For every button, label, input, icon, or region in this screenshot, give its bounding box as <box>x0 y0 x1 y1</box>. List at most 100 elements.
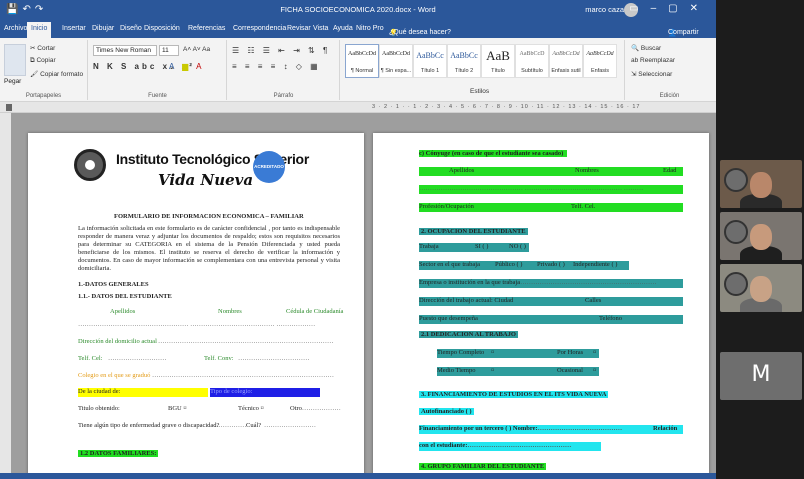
style-normal[interactable]: AaBbCcDd ¶ Normal <box>345 44 379 78</box>
format-painter-button[interactable]: 🖌 Copiar formato <box>30 70 83 78</box>
full-time-row[interactable]: Tiempo Completo ¤ Por Horas ¤ <box>437 349 599 358</box>
school-label: Colegio en el que se graduó <box>78 372 151 379</box>
search-icon: 🔍 <box>631 45 640 52</box>
accreditation-seal: ACREDITADO <box>253 151 285 183</box>
clipboard-label: Portapapeles <box>25 93 62 99</box>
position-row[interactable]: Puesto que desempeña Teléfono <box>419 315 683 324</box>
intro-paragraph: La información solicitada en este formul… <box>78 225 340 272</box>
style-no-spacing[interactable]: AaBbCcDd ¶ Sin espa... <box>379 44 413 78</box>
section-financing: 3. FINANCIAMIENTO DE ESTUDIOS EN EL ITS … <box>419 391 609 398</box>
tab-ayuda[interactable]: Ayuda <box>333 25 353 32</box>
phone-line[interactable]: ……………………… <box>108 355 167 362</box>
tab-inicio[interactable]: Inicio <box>27 22 52 38</box>
font-color-icons[interactable]: A ▆ A <box>169 62 204 71</box>
tab-diseno[interactable]: Diseño <box>120 25 142 32</box>
section-occupation: 2. OCUPACION DEL ESTUDIANTE <box>419 228 528 235</box>
self-financed-row[interactable]: Autofinanciado ( ) <box>419 408 474 415</box>
participant-initial: M <box>751 362 771 387</box>
style-subtle-emphasis[interactable]: AaBbCcDd Énfasis sutil <box>549 44 583 78</box>
document-area[interactable]: Instituto Tecnológico Superior Vida Nuev… <box>0 113 716 473</box>
styles-gallery: AaBbCcDd ¶ Normal AaBbCcDd ¶ Sin espa...… <box>345 44 617 80</box>
style-subtitle[interactable]: AaBbCcD Subtítulo <box>515 44 549 78</box>
tab-nitro-pro[interactable]: Nitro Pro <box>356 25 384 32</box>
spouse-heading: c) Cónyuge (en caso de que el estudiante… <box>419 150 567 157</box>
spouse-data-row[interactable]: ………………………………………… ……………………………………… ……… <box>419 185 683 194</box>
conv-phone-label: Telf. Conv: <box>204 355 234 362</box>
paste-icon[interactable] <box>4 44 26 76</box>
video-tile-3[interactable] <box>720 264 802 312</box>
ribbon-tabs: Archivo Inicio Insertar Dibujar Diseño D… <box>0 21 716 38</box>
participant-face <box>750 224 772 250</box>
company-row[interactable]: Empresa o institución en la que trabaja…… <box>419 279 683 288</box>
institute-subtitle: Vida Nueva <box>158 171 254 189</box>
tab-correspondencia[interactable]: Correspondencia <box>233 25 286 32</box>
disease-question: Tiene algún tipo de enfermedad grave o d… <box>78 422 220 429</box>
style-emphasis[interactable]: AaBbCcDd Énfasis <box>583 44 617 78</box>
third-party-row[interactable]: Financiamiento por un tercero ( ) Nombre… <box>419 425 683 434</box>
select-button[interactable]: ⇲ Seleccionar <box>631 70 672 78</box>
tab-selector-icon[interactable] <box>6 104 12 111</box>
relationship-row[interactable]: con el estudiante:………………………………………… <box>419 442 601 451</box>
video-tile-1[interactable] <box>720 160 802 208</box>
tab-archivo[interactable]: Archivo <box>4 25 27 32</box>
replace-button[interactable]: ab Reemplazar <box>631 57 675 64</box>
paste-button[interactable]: Pegar <box>4 78 21 85</box>
spouse-col-nombres: Nombres <box>575 167 599 174</box>
school-type-field[interactable]: Tipo de colegio: <box>210 388 320 397</box>
degree-label: Titulo obtenido: <box>78 405 120 412</box>
address-line[interactable]: ……………………………………………………………………… <box>158 338 334 345</box>
grow-shrink-font-icons[interactable]: A˄ A˅ Aa <box>183 46 210 53</box>
spouse-occupation-row[interactable]: Profesión/Ocupación Telf. Cel. <box>419 203 683 212</box>
tab-disposicion[interactable]: Disposición <box>144 25 180 32</box>
sector-row[interactable]: Sector en el que trabaja Público ( ) Pri… <box>419 261 629 270</box>
font-name-select[interactable]: Times New Roman <box>93 45 157 56</box>
window-controls[interactable]: ▭–▢✕ <box>629 3 710 14</box>
part-time-row[interactable]: Medio Tiempo ¤ Ocasional ¤ <box>437 367 599 376</box>
work-address-row[interactable]: Dirección del trabajo actual: Ciudad Cal… <box>419 297 683 306</box>
video-tile-2[interactable] <box>720 212 802 260</box>
font-size-select[interactable]: 11 <box>159 45 179 56</box>
list-icons[interactable]: ☰ ☷ ☰ ⇤ ⇥ ⇅ ¶ <box>232 46 330 55</box>
tab-insertar[interactable]: Insertar <box>62 25 86 32</box>
phone-label: Telf. Cel: <box>78 355 103 362</box>
participant-face <box>750 172 772 198</box>
copy-button[interactable]: ⧉ Copiar <box>30 57 56 65</box>
other-option[interactable]: Otro……………… <box>290 405 341 412</box>
align-icons[interactable]: ≡ ≡ ≡ ≡ ↕ ◇ ▦ <box>232 62 321 71</box>
scissors-icon: ✂ <box>30 45 36 52</box>
bgu-option[interactable]: BGU ¤ <box>168 405 187 412</box>
vertical-ruler[interactable] <box>0 113 11 473</box>
student-name-line[interactable]: …………………………………………… ………………………………… ……………… <box>78 321 315 328</box>
cut-button[interactable]: ✂ Cortar <box>30 44 55 52</box>
works-row[interactable]: Trabaja SI ( ) NO ( ) <box>419 243 529 252</box>
page-2[interactable]: c) Cónyuge (en caso de que el estudiante… <box>373 133 709 473</box>
page-1[interactable]: Instituto Tecnológico Superior Vida Nuev… <box>28 133 364 473</box>
city-field[interactable]: De la ciudad de: <box>78 388 208 397</box>
which-line[interactable]: …………………… <box>264 422 316 429</box>
disease-line[interactable]: …………… <box>214 422 247 429</box>
video-tile-4[interactable]: M <box>720 352 802 400</box>
tab-referencias[interactable]: Referencias <box>188 25 225 32</box>
technical-option[interactable]: Técnico ¤ <box>238 405 264 412</box>
tab-vista[interactable]: Vista <box>313 25 328 32</box>
spouse-header-row: Apellidos Nombres Edad <box>419 167 683 176</box>
participant-face <box>750 276 772 302</box>
style-title[interactable]: AaB Título <box>481 44 515 78</box>
video-call-panel: M <box>716 0 804 479</box>
user-name[interactable]: marco caza <box>585 5 624 14</box>
tab-revisar[interactable]: Revisar <box>287 25 311 32</box>
find-button[interactable]: 🔍 Buscar <box>631 44 661 52</box>
ruler-numbers: 3 · 2 · 1 · · 1 · 2 · 3 · 4 · 5 · 6 · 7 … <box>372 104 641 110</box>
style-heading-2[interactable]: AaBbCc Título 2 <box>447 44 481 78</box>
style-heading-1[interactable]: AaBbCc Título 1 <box>413 44 447 78</box>
col-cedula: Cédula de Ciudadanía <box>286 308 344 315</box>
font-group: Times New Roman 11 A˄ A˅ Aa N K S abc x₂… <box>89 40 227 100</box>
which-label: Cuál? <box>246 422 262 429</box>
tab-dibujar[interactable]: Dibujar <box>92 25 114 32</box>
gear-logo-icon <box>724 272 748 296</box>
conv-phone-line[interactable]: …………………………… <box>238 355 310 362</box>
horizontal-ruler[interactable]: 3 · 2 · 1 · · 1 · 2 · 3 · 4 · 5 · 6 · 7 … <box>0 102 716 113</box>
col-apellidos: Apellidos <box>110 308 136 315</box>
school-line[interactable]: ………………………………………………………………………… <box>152 372 334 379</box>
status-bar <box>0 473 716 479</box>
